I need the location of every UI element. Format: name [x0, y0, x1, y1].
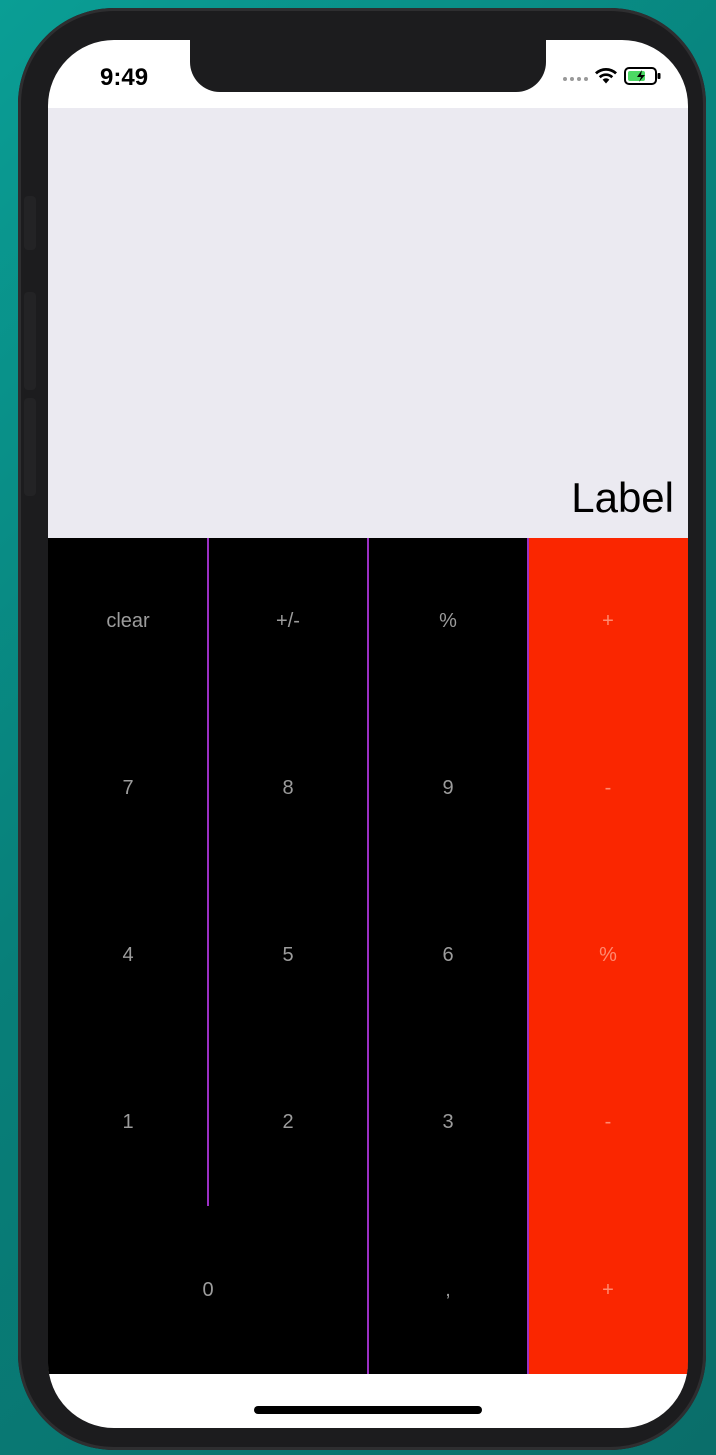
- cellular-signal-icon: [563, 76, 588, 81]
- clear-button[interactable]: clear: [48, 538, 208, 705]
- status-icons: [563, 66, 662, 91]
- operator-button-subtract[interactable]: -: [528, 705, 688, 872]
- digit-1-button[interactable]: 1: [48, 1039, 208, 1206]
- volume-up-button: [24, 292, 36, 390]
- status-time: 9:49: [100, 64, 149, 91]
- column-divider: [207, 538, 209, 1206]
- digit-3-button[interactable]: 3: [368, 1039, 528, 1206]
- digit-0-button[interactable]: 0: [48, 1206, 368, 1374]
- digit-4-button[interactable]: 4: [48, 872, 208, 1039]
- digit-9-button[interactable]: 9: [368, 705, 528, 872]
- percent-button[interactable]: %: [368, 538, 528, 705]
- display-label: Label: [571, 474, 674, 521]
- digit-6-button[interactable]: 6: [368, 872, 528, 1039]
- mute-switch: [24, 196, 36, 250]
- notch: [190, 40, 546, 92]
- phone-screen: 9:49 Label clear +/- % + 7 8 9 - 4 5 6 %…: [48, 40, 688, 1428]
- battery-charging-icon: [624, 66, 662, 91]
- calculator-display: Label: [48, 108, 688, 538]
- volume-down-button: [24, 398, 36, 496]
- wifi-icon: [594, 67, 618, 90]
- digit-7-button[interactable]: 7: [48, 705, 208, 872]
- plus-minus-button[interactable]: +/-: [208, 538, 368, 705]
- home-indicator: [254, 1406, 482, 1414]
- digit-5-button[interactable]: 5: [208, 872, 368, 1039]
- column-divider: [367, 538, 369, 1374]
- decimal-button[interactable]: ,: [368, 1206, 528, 1374]
- digit-8-button[interactable]: 8: [208, 705, 368, 872]
- operator-button-percent[interactable]: %: [528, 872, 688, 1039]
- operator-button-add-bottom[interactable]: +: [528, 1206, 688, 1374]
- digit-2-button[interactable]: 2: [208, 1039, 368, 1206]
- column-divider: [527, 538, 529, 1374]
- operator-button-minus[interactable]: -: [528, 1039, 688, 1206]
- operator-button-add-top[interactable]: +: [528, 538, 688, 705]
- keypad: clear +/- % + 7 8 9 - 4 5 6 % 1 2 3 - 0 …: [48, 538, 688, 1374]
